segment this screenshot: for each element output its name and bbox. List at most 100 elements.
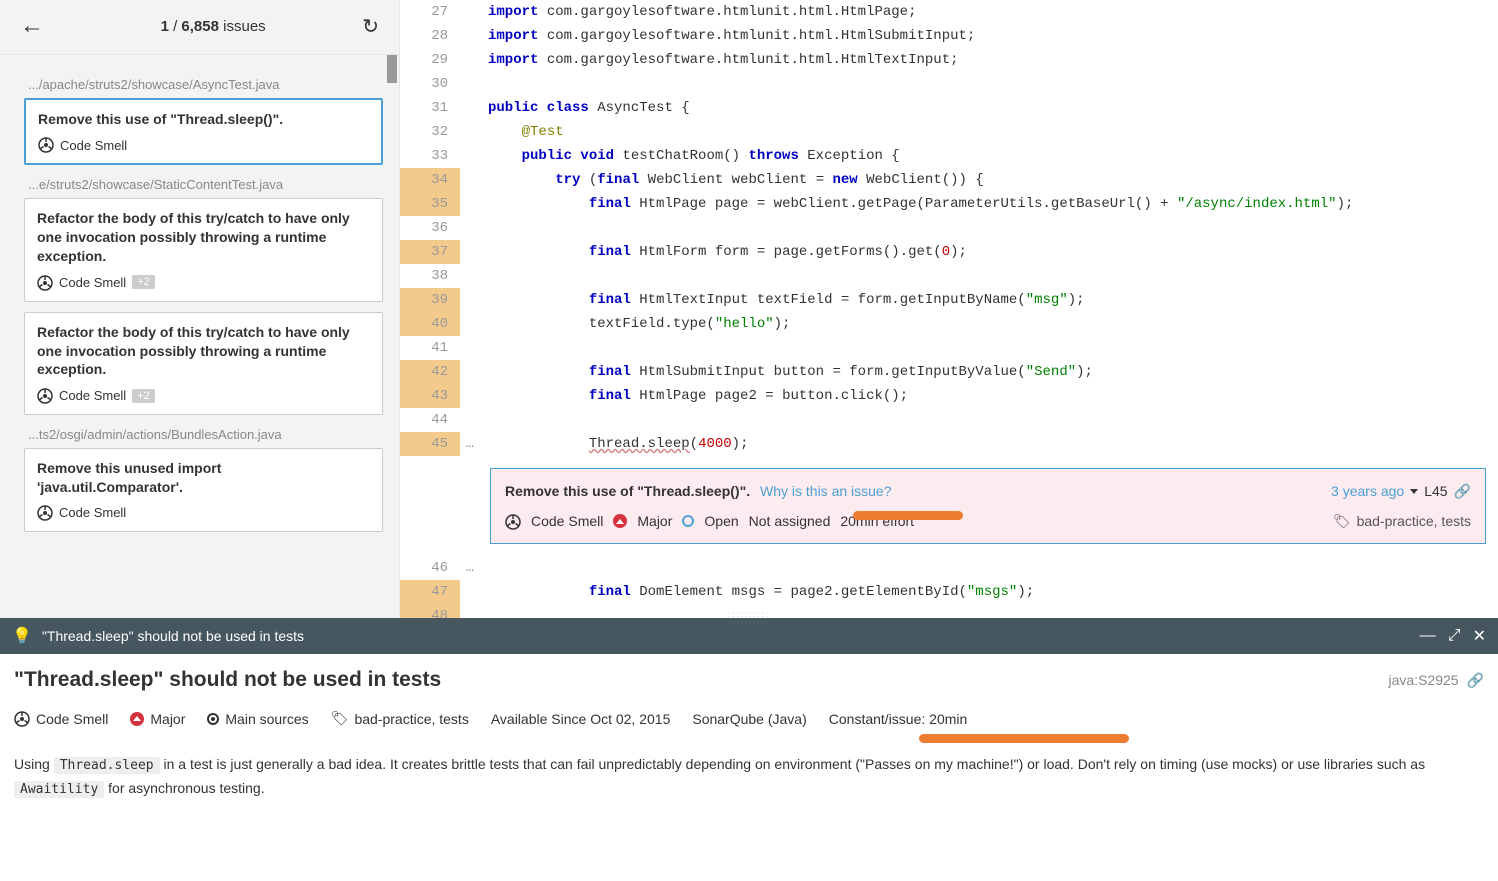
scope-icon	[207, 713, 219, 725]
permalink-icon[interactable]: 🔗	[1454, 479, 1471, 503]
code-viewer: 27import com.gargoylesoftware.htmlunit.h…	[400, 0, 1498, 618]
issue-line: L45	[1424, 479, 1447, 503]
inline-assignee[interactable]: Not assigned	[749, 509, 831, 533]
line-number[interactable]: 38	[400, 264, 460, 288]
line-number[interactable]: 46	[400, 556, 460, 580]
why-link[interactable]: Why is this an issue?	[760, 483, 892, 499]
rule-key-text: java:S2925	[1389, 672, 1459, 688]
expand-icon[interactable]: ⤢	[1448, 627, 1461, 645]
line-number[interactable]: 40	[400, 312, 460, 336]
rule-bar-title: "Thread.sleep" should not be used in tes…	[42, 628, 304, 644]
code-text	[460, 336, 488, 360]
code-line: 32 @Test	[400, 120, 1498, 144]
issue-type: Code Smell	[59, 388, 126, 403]
issue-type: Code Smell	[59, 505, 126, 520]
counter-label: issues	[223, 18, 266, 35]
code-smell-icon	[37, 387, 53, 404]
line-number[interactable]: 41	[400, 336, 460, 360]
line-number[interactable]: 45	[400, 432, 460, 456]
rule-title: "Thread.sleep" should not be used in tes…	[14, 668, 441, 692]
code-line: 38	[400, 264, 1498, 288]
issue-title: Remove this unused import 'java.util.Com…	[37, 459, 370, 497]
line-number[interactable]: 30	[400, 72, 460, 96]
issue-card[interactable]: Refactor the body of this try/catch to h…	[24, 312, 383, 415]
line-number[interactable]: 34	[400, 168, 460, 192]
issue-card[interactable]: Refactor the body of this try/catch to h…	[24, 198, 383, 301]
issues-sidebar: ← 1 / 6,858 issues ↻ .../apache/struts2/…	[0, 0, 400, 618]
line-number[interactable]: 35	[400, 192, 460, 216]
inline-type[interactable]: Code Smell	[531, 509, 603, 533]
code-line: 42 final HtmlSubmitInput button = form.g…	[400, 360, 1498, 384]
code-smell-icon	[505, 509, 521, 533]
line-number[interactable]: 36	[400, 216, 460, 240]
code-text: final DomElement msgs = page2.getElement…	[460, 580, 1034, 604]
close-icon[interactable]: ✕	[1473, 626, 1486, 646]
rule-header: "Thread.sleep" should not be used in tes…	[14, 668, 1484, 692]
back-arrow-icon[interactable]: ←	[20, 12, 44, 40]
line-number[interactable]: 44	[400, 408, 460, 432]
code-text: final HtmlPage page = webClient.getPage(…	[460, 192, 1353, 216]
scrollbar-track	[387, 55, 397, 618]
code-text: final HtmlTextInput textField = form.get…	[460, 288, 1085, 312]
major-icon	[130, 712, 144, 726]
code-line: 45 Thread.sleep(4000);	[400, 432, 1498, 456]
line-number[interactable]: 48	[400, 604, 460, 618]
file-path[interactable]: ...e/struts2/showcase/StaticContentTest.…	[28, 177, 379, 192]
counter-total: 6,858	[181, 18, 219, 35]
inline-status[interactable]: Open	[704, 509, 738, 533]
inline-tags[interactable]: bad-practice, tests	[1357, 509, 1471, 533]
file-path[interactable]: ...ts2/osgi/admin/actions/BundlesAction.…	[28, 427, 379, 442]
rule-key: java:S2925 🔗	[1389, 672, 1485, 689]
rule-type: Code Smell	[14, 711, 108, 727]
inline-issue-title: Remove this use of "Thread.sleep()".	[505, 483, 750, 499]
drag-handle-icon[interactable]: ::::::::::	[728, 610, 770, 619]
code-scroll[interactable]: 27import com.gargoylesoftware.htmlunit.h…	[400, 0, 1498, 618]
issue-age[interactable]: 3 years ago	[1331, 479, 1404, 503]
code-text	[460, 72, 488, 96]
rule-description: Using Thread.sleep in a test is just gen…	[14, 753, 1484, 801]
code-text: public void testChatRoom() throws Except…	[460, 144, 900, 168]
code-text	[460, 264, 488, 288]
line-number[interactable]: 42	[400, 360, 460, 384]
line-number[interactable]: 28	[400, 24, 460, 48]
code-text: public class AsyncTest {	[460, 96, 690, 120]
tag-icon: 🏷	[1333, 509, 1351, 533]
line-number[interactable]: 27	[400, 0, 460, 24]
code-line: 37 final HtmlForm form = page.getForms()…	[400, 240, 1498, 264]
line-number[interactable]: 29	[400, 48, 460, 72]
code-line: 33 public void testChatRoom() throws Exc…	[400, 144, 1498, 168]
scrollbar-thumb[interactable]	[387, 55, 397, 83]
code-chip: Thread.sleep	[54, 757, 160, 774]
caret-down-icon[interactable]	[1410, 489, 1418, 494]
issue-counter: 1 / 6,858 issues	[104, 18, 322, 35]
file-path[interactable]: .../apache/struts2/showcase/AsyncTest.ja…	[28, 77, 379, 92]
issue-title: Remove this use of "Thread.sleep()".	[38, 110, 369, 129]
link-icon[interactable]: 🔗	[1467, 672, 1484, 689]
code-text: import com.gargoylesoftware.htmlunit.htm…	[460, 0, 916, 24]
code-line: 30	[400, 72, 1498, 96]
issue-type: Code Smell	[59, 275, 126, 290]
rule-title-bar: :::::::::: 💡 "Thread.sleep" should not b…	[0, 618, 1498, 654]
line-number[interactable]: 43	[400, 384, 460, 408]
issues-list[interactable]: .../apache/struts2/showcase/AsyncTest.ja…	[0, 55, 399, 618]
reload-icon[interactable]: ↻	[362, 14, 379, 39]
line-number[interactable]: 47	[400, 580, 460, 604]
code-text: Thread.sleep(4000);	[460, 432, 748, 456]
issue-meta: Code Smell	[37, 505, 370, 522]
code-smell-icon	[37, 505, 53, 522]
code-text: final HtmlSubmitInput button = form.getI…	[460, 360, 1093, 384]
rule-scope: Main sources	[207, 711, 308, 727]
line-number[interactable]: 37	[400, 240, 460, 264]
line-number[interactable]: 31	[400, 96, 460, 120]
issue-card[interactable]: Remove this unused import 'java.util.Com…	[24, 448, 383, 532]
line-number[interactable]: 39	[400, 288, 460, 312]
inline-severity[interactable]: Major	[637, 509, 672, 533]
minimize-icon[interactable]: —	[1420, 627, 1436, 645]
code-line: 40 textField.type("hello");	[400, 312, 1498, 336]
rule-severity: Major	[130, 711, 185, 727]
issue-card[interactable]: Remove this use of "Thread.sleep()".Code…	[24, 98, 383, 165]
line-number[interactable]: 32	[400, 120, 460, 144]
rule-available: Available Since Oct 02, 2015	[491, 711, 671, 727]
rule-tags[interactable]: 🏷bad-practice, tests	[331, 710, 469, 727]
line-number[interactable]: 33	[400, 144, 460, 168]
